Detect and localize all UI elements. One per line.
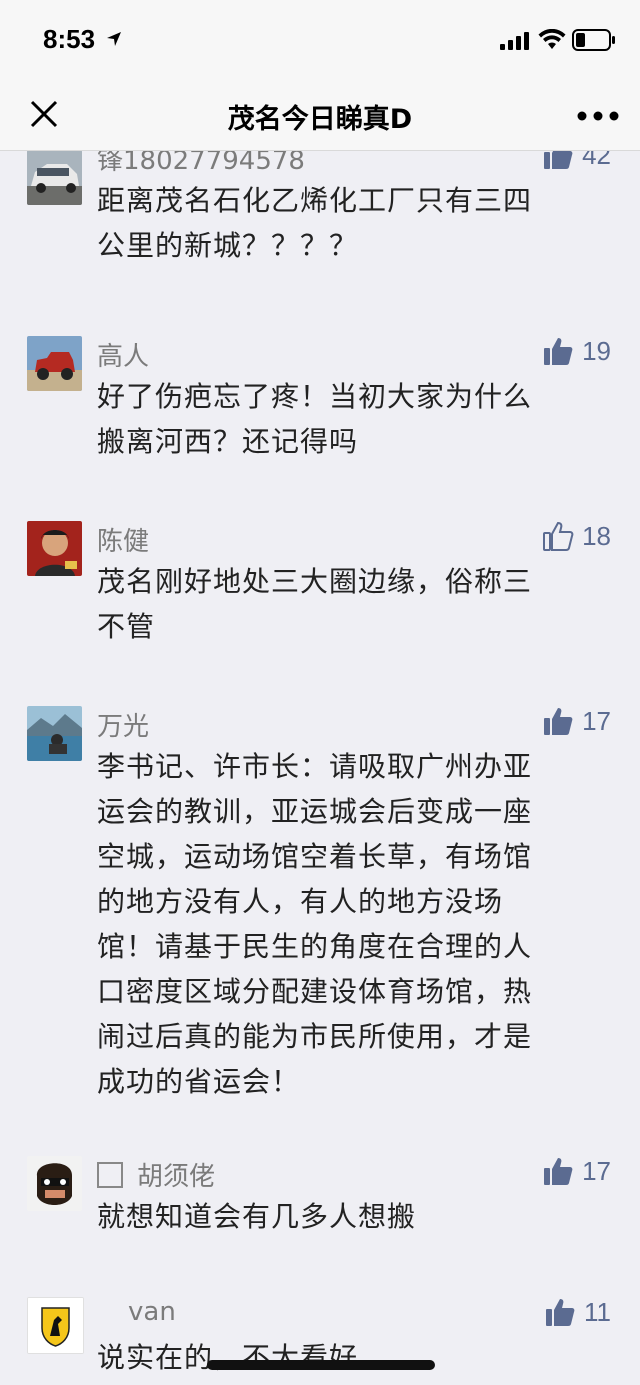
thumbs-up-filled-icon (544, 338, 573, 365)
comment-text: 说实在的，不大看好 (97, 1335, 607, 1380)
jeep-avatar-image (27, 336, 82, 391)
comment-text: 就想知道会有几多人想搬 (97, 1194, 607, 1239)
like-count: 11 (584, 1296, 611, 1327)
thumbs-up-filled-icon (544, 1158, 573, 1185)
avatar[interactable] (27, 151, 82, 205)
thumbs-up-filled-icon (546, 1299, 575, 1326)
avatar[interactable] (27, 706, 82, 761)
comment-line: 李书记、许市长：请吸取广州办亚 (97, 750, 533, 783)
like-button[interactable]: 18 (542, 519, 611, 553)
commenter-name[interactable]: van (128, 1297, 176, 1327)
home-indicator[interactable] (207, 1360, 435, 1370)
commenter-name[interactable]: 锋18027794578 (97, 151, 305, 177)
lake-avatar-image (27, 706, 82, 761)
like-count: 18 (582, 520, 611, 551)
wifi-icon (538, 29, 566, 49)
commenter-name[interactable]: 高人 (97, 336, 149, 373)
nav-bar: 茂名今日睇真D (0, 80, 640, 151)
like-button[interactable]: 42 (542, 151, 611, 172)
comment-text: 好了伤疤忘了疼！当初大家为什么 搬离河西？还记得吗 (97, 374, 607, 464)
cellular-signal-icon (500, 32, 529, 50)
comment-line: 空城，运动场馆空着长草，有场馆 (97, 840, 533, 873)
comment-line: 距离茂名石化乙烯化工厂只有三四 (97, 184, 533, 217)
avatar[interactable] (27, 336, 82, 391)
comment-line: 就想知道会有几多人想搬 (97, 1200, 417, 1233)
like-count: 42 (582, 151, 611, 170)
battery-icon (572, 29, 615, 51)
shield-logo-avatar-image (28, 1298, 83, 1353)
comment-line: 的地方没有人，有人的地方没场 (97, 885, 504, 918)
comment-line: 成功的省运会！ (97, 1065, 301, 1098)
comment-line: 搬离河西？还记得吗 (97, 425, 359, 458)
cartoon-avatar-image (27, 1156, 82, 1211)
like-count: 19 (582, 335, 611, 366)
comment-text: 距离茂名石化乙烯化工厂只有三四 公里的新城？？？？ (97, 178, 607, 268)
person-avatar-image (27, 521, 82, 576)
page-title: 茂名今日睇真D (227, 104, 413, 135)
comment-line: 说实在的，不大看好 (97, 1341, 359, 1374)
comment-line: 馆！请基于民生的角度在合理的人 (97, 930, 533, 963)
like-button[interactable]: 19 (542, 334, 611, 368)
checkbox[interactable] (97, 1162, 123, 1188)
like-count: 17 (582, 705, 611, 736)
comment-line: 不管 (97, 610, 156, 643)
commenter-name-text: 胡须佬 (137, 1162, 216, 1192)
status-time: 8:53 (43, 24, 96, 54)
comment-list: 锋18027794578 42 距离茂名石化乙烯化工厂只有三四 公里的新城？？？… (0, 151, 640, 1385)
avatar[interactable] (27, 521, 82, 576)
comment-line: 口密度区域分配建设体育场馆，热 (97, 975, 533, 1008)
comment-line: 运会的教训，亚运城会后变成一座 (97, 795, 533, 828)
like-button[interactable]: 17 (542, 1154, 611, 1188)
avatar[interactable] (27, 1297, 84, 1354)
commenter-name[interactable]: 万光 (97, 706, 149, 743)
like-button[interactable]: 11 (544, 1295, 611, 1329)
comment-line: 闹过后真的能为市民所使用，才是 (97, 1020, 533, 1053)
comment-line: 好了伤疤忘了疼！当初大家为什么 (97, 380, 533, 413)
comment-line: 公里的新城？？？？ (97, 229, 359, 262)
thumbs-up-filled-icon (544, 151, 573, 169)
comment-line: 茂名刚好地处三大圈边缘，俗称三 (97, 565, 533, 598)
more-options-icon[interactable] (576, 110, 620, 122)
avatar[interactable] (27, 1156, 82, 1211)
location-arrow-icon (107, 32, 121, 46)
thumbs-up-outline-icon (543, 521, 574, 551)
car-avatar-image (27, 151, 82, 205)
comment-text: 茂名刚好地处三大圈边缘，俗称三 不管 (97, 559, 607, 649)
commenter-name[interactable]: 胡须佬 (97, 1156, 215, 1193)
thumbs-up-filled-icon (544, 708, 573, 735)
status-bar: 8:53 (0, 0, 640, 80)
commenter-name[interactable]: 陈健 (97, 521, 149, 558)
comment-text: 李书记、许市长：请吸取广州办亚 运会的教训，亚运城会后变成一座 空城，运动场馆空… (97, 744, 607, 1104)
like-count: 17 (582, 1155, 611, 1186)
like-button[interactable]: 17 (542, 704, 611, 738)
